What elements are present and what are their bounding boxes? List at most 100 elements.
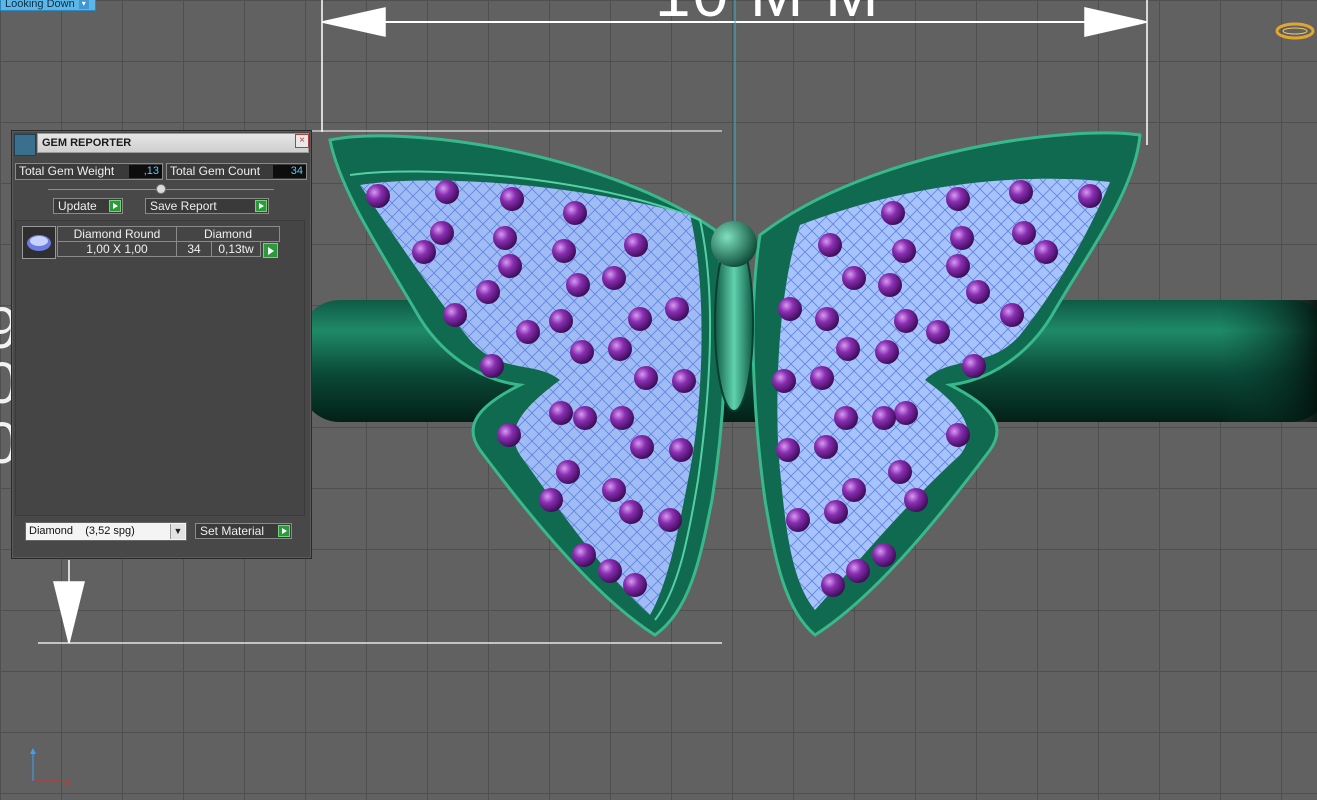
prong-bead <box>946 254 970 278</box>
update-button[interactable]: Update <box>53 198 123 214</box>
prong-bead <box>480 354 504 378</box>
prong-bead <box>430 221 454 245</box>
prong-bead <box>962 354 986 378</box>
panel-title: GEM REPORTER <box>37 133 309 153</box>
prong-bead <box>566 273 590 297</box>
prong-bead <box>878 273 902 297</box>
prong-bead <box>776 438 800 462</box>
prong-bead <box>814 435 838 459</box>
prong-bead <box>786 508 810 532</box>
view-name-label[interactable]: Looking Down ▾ <box>0 0 96 11</box>
gem-count-cell: 34 <box>176 241 212 257</box>
prong-bead <box>821 573 845 597</box>
prong-bead <box>624 233 648 257</box>
play-icon <box>278 525 290 537</box>
prong-bead <box>778 297 802 321</box>
prong-bead <box>1078 184 1102 208</box>
gem-reporter-panel[interactable]: GEM REPORTER × Total Gem Weight ,13 Tota… <box>11 130 312 559</box>
prong-bead <box>810 366 834 390</box>
prong-bead <box>476 280 500 304</box>
prong-bead <box>549 309 573 333</box>
axis-indicator: x <box>30 748 70 788</box>
prong-bead <box>669 438 693 462</box>
prong-bead <box>563 201 587 225</box>
prong-bead <box>950 226 974 250</box>
chevron-down-icon[interactable]: ▼ <box>170 524 185 539</box>
prong-bead <box>881 201 905 225</box>
prong-bead <box>619 500 643 524</box>
panel-titlebar[interactable]: GEM REPORTER × <box>12 131 311 156</box>
prong-bead <box>966 280 990 304</box>
prong-bead <box>946 187 970 211</box>
total-count-box: Total Gem Count 34 <box>166 163 307 180</box>
prong-bead <box>443 303 467 327</box>
prong-bead <box>500 187 524 211</box>
total-count-value: 34 <box>273 165 306 178</box>
ring-view-icon[interactable] <box>1275 21 1315 41</box>
prong-bead <box>610 406 634 430</box>
save-report-button[interactable]: Save Report <box>145 198 269 214</box>
prong-bead <box>665 297 689 321</box>
prong-bead <box>630 435 654 459</box>
prong-bead <box>946 423 970 447</box>
prong-bead <box>818 233 842 257</box>
prong-bead <box>894 401 918 425</box>
gem-size-cell: 1,00 X 1,00 <box>57 241 177 257</box>
prong-bead <box>572 543 596 567</box>
gem-weight-cell: 0,13tw <box>211 241 261 257</box>
prong-bead <box>926 320 950 344</box>
prong-bead <box>815 307 839 331</box>
prong-bead <box>602 266 626 290</box>
prong-bead <box>608 337 632 361</box>
gem-row[interactable]: Diamond Round Diamond 1,00 X 1,00 34 0,1… <box>22 226 282 260</box>
set-material-button[interactable]: Set Material <box>195 523 292 539</box>
prong-bead <box>552 239 576 263</box>
play-icon <box>109 200 121 212</box>
prong-bead <box>1012 221 1036 245</box>
prong-bead <box>658 508 682 532</box>
select-gems-play-icon[interactable] <box>263 243 278 258</box>
gem-thumbnail-icon <box>22 226 56 259</box>
butterfly-head <box>711 221 757 267</box>
prong-bead <box>573 406 597 430</box>
prong-bead <box>570 340 594 364</box>
total-weight-value: ,13 <box>129 165 162 178</box>
view-dropdown-icon[interactable]: ▾ <box>78 0 89 9</box>
prong-bead <box>366 184 390 208</box>
prong-bead <box>623 573 647 597</box>
prong-bead <box>1000 303 1024 327</box>
prong-bead <box>602 478 626 502</box>
size-slider-knob[interactable] <box>156 184 166 194</box>
prong-bead <box>598 559 622 583</box>
prong-bead <box>824 500 848 524</box>
prong-bead <box>628 307 652 331</box>
close-icon[interactable]: × <box>295 134 309 148</box>
prong-bead <box>516 320 540 344</box>
gem-list[interactable]: Diamond Round Diamond 1,00 X 1,00 34 0,1… <box>15 220 305 516</box>
play-icon <box>255 200 267 212</box>
prong-bead <box>872 543 896 567</box>
prong-bead <box>498 254 522 278</box>
prong-bead <box>772 369 796 393</box>
prong-bead <box>875 340 899 364</box>
prong-bead <box>1009 180 1033 204</box>
total-weight-box: Total Gem Weight ,13 <box>15 163 163 180</box>
prong-bead <box>634 366 658 390</box>
total-weight-label: Total Gem Weight <box>19 164 115 178</box>
prong-bead <box>435 180 459 204</box>
prong-bead <box>888 460 912 484</box>
prong-bead <box>539 488 563 512</box>
prong-bead <box>904 488 928 512</box>
prong-bead <box>846 559 870 583</box>
prong-bead <box>842 478 866 502</box>
prong-bead <box>497 423 521 447</box>
prong-bead <box>549 401 573 425</box>
prong-bead <box>1034 240 1058 264</box>
material-select[interactable]: Diamond (3,52 spg) ▼ <box>25 522 187 541</box>
prong-bead <box>834 406 858 430</box>
prong-bead <box>842 266 866 290</box>
prong-bead <box>836 337 860 361</box>
prong-bead <box>894 309 918 333</box>
dimension-text: 10 M M <box>655 0 880 26</box>
axis-x-label: x <box>64 777 70 788</box>
